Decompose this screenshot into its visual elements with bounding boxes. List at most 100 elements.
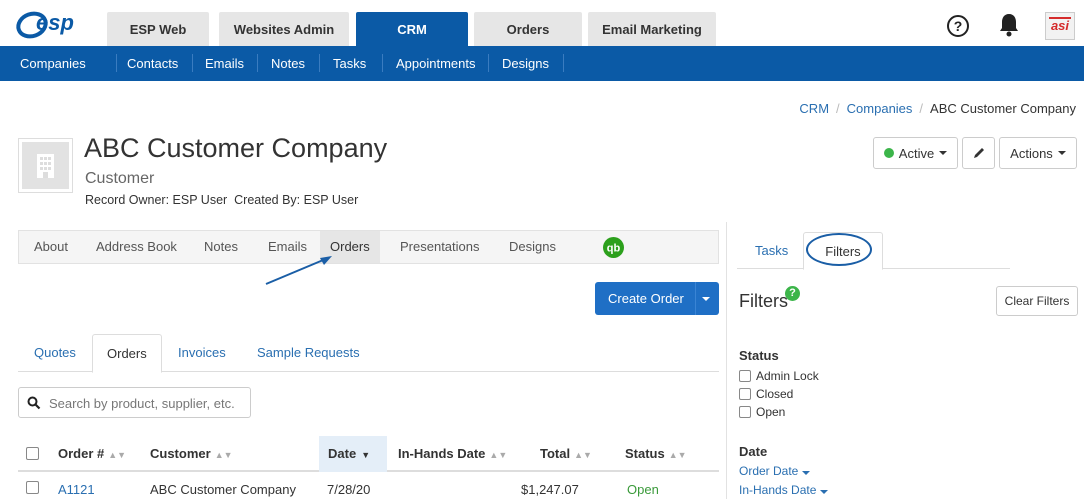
top-app-bar: esp ESP Web Websites Admin CRM Orders Em… (0, 0, 1084, 46)
in-hands-date-dropdown[interactable]: In-Hands Date (739, 483, 829, 497)
filter-closed[interactable]: Closed (739, 386, 793, 402)
column-label: In-Hands Date (398, 446, 486, 461)
date-cell: 7/28/20 (327, 482, 371, 497)
company-type: Customer (85, 170, 155, 187)
clear-filters-button[interactable]: Clear Filters (996, 286, 1078, 316)
tab-tasks[interactable]: Tasks (755, 232, 788, 269)
app-tab-esp-web[interactable]: ESP Web (107, 12, 209, 46)
status-dropdown[interactable]: Active (873, 137, 958, 169)
breadcrumb-current: ABC Customer Company (930, 101, 1076, 116)
tab-filters[interactable]: Filters (803, 232, 883, 270)
svg-text:asi: asi (1051, 18, 1069, 33)
column-order-number[interactable]: Order # ▲▼ (58, 436, 126, 472)
help-icon[interactable]: ? (946, 14, 970, 38)
select-all-checkbox[interactable] (26, 447, 39, 460)
order-number-link[interactable]: A1121 (58, 482, 95, 497)
breadcrumb: CRM / Companies / ABC Customer Company (799, 101, 1076, 116)
date-option-label: Order Date (739, 464, 799, 478)
pencil-icon (973, 148, 984, 158)
create-order-button[interactable]: Create Order (595, 282, 719, 315)
column-customer[interactable]: Customer ▲▼ (150, 436, 233, 472)
bell-icon[interactable] (998, 12, 1020, 38)
app-tab-crm[interactable]: CRM (356, 12, 468, 46)
svg-text:?: ? (954, 18, 963, 34)
subnav-notes[interactable]: Notes (271, 46, 305, 81)
tab-designs[interactable]: Designs (509, 231, 556, 263)
checkbox[interactable] (739, 387, 751, 400)
sort-icon: ▲▼ (214, 450, 233, 460)
column-total[interactable]: Total ▲▼ (540, 436, 592, 472)
date-option-label: In-Hands Date (739, 483, 817, 497)
tab-sample-requests[interactable]: Sample Requests (257, 334, 360, 372)
app-tab-websites-admin[interactable]: Websites Admin (219, 12, 349, 46)
company-name: ABC Customer Company (84, 133, 388, 163)
edit-button[interactable] (962, 137, 995, 169)
breadcrumb-crm[interactable]: CRM (799, 101, 829, 116)
customer-cell: ABC Customer Company (150, 482, 296, 497)
table-row[interactable]: A1121 ABC Customer Company 7/28/20 $1,24… (18, 474, 719, 500)
filters-heading: Filters (739, 291, 788, 311)
annotation-arrow (265, 256, 332, 285)
column-in-hands-date[interactable]: In-Hands Date ▲▼ (398, 436, 507, 472)
app-tab-orders[interactable]: Orders (474, 12, 582, 46)
subnav-appointments[interactable]: Appointments (396, 46, 476, 81)
right-panel: Tasks Filters Filters ? Clear Filters St… (726, 222, 1084, 499)
order-date-dropdown[interactable]: Order Date (739, 464, 811, 478)
crm-subnav: Companies Contacts Emails Notes Tasks Ap… (0, 46, 1084, 81)
column-label: Order # (58, 446, 105, 461)
panel-tabs: Tasks Filters (737, 232, 1010, 270)
tab-invoices[interactable]: Invoices (178, 334, 226, 372)
checkbox[interactable] (739, 405, 751, 418)
column-status[interactable]: Status ▲▼ (625, 436, 687, 472)
tab-about[interactable]: About (34, 231, 68, 263)
building-icon (37, 154, 54, 178)
filter-option-label: Admin Lock (756, 368, 819, 383)
caret-down-icon (939, 151, 948, 155)
subnav-emails[interactable]: Emails (205, 46, 244, 81)
record-owner-info: Record Owner: ESP User Created By: ESP U… (85, 193, 359, 207)
subnav-divider (192, 54, 193, 72)
asi-logo[interactable]: asi (1045, 12, 1075, 40)
filter-option-label: Open (756, 404, 786, 419)
subnav-divider (319, 54, 320, 72)
subnav-divider (382, 54, 383, 72)
tab-presentations[interactable]: Presentations (400, 231, 480, 263)
caret-down-icon[interactable] (702, 297, 710, 301)
column-label: Total (540, 446, 571, 461)
sort-icon: ▲▼ (668, 450, 687, 460)
app-tab-email-marketing[interactable]: Email Marketing (588, 12, 716, 46)
column-date[interactable]: Date ▼ (319, 436, 387, 472)
tab-orders-sub[interactable]: Orders (92, 334, 162, 373)
record-tabs: About Address Book Notes Emails Orders P… (18, 230, 719, 264)
tab-quotes[interactable]: Quotes (34, 334, 76, 372)
subnav-divider (488, 54, 489, 72)
quickbooks-text: qb (607, 243, 621, 255)
subnav-companies[interactable]: Companies (20, 46, 86, 81)
split-divider (695, 282, 696, 315)
tab-address-book[interactable]: Address Book (96, 231, 177, 263)
quickbooks-icon[interactable]: qb (603, 237, 624, 258)
sort-desc-icon: ▼ (361, 450, 371, 460)
column-label: Status (625, 446, 665, 461)
create-order-label: Create Order (608, 291, 684, 306)
actions-dropdown[interactable]: Actions (999, 137, 1077, 169)
caret-down-icon (820, 490, 829, 494)
filter-admin-lock[interactable]: Admin Lock (739, 368, 819, 384)
row-checkbox[interactable] (26, 481, 39, 494)
status-cell: Open (627, 482, 659, 497)
checkbox[interactable] (739, 369, 751, 382)
svg-text:esp: esp (36, 10, 74, 35)
filter-open[interactable]: Open (739, 404, 785, 420)
search-input[interactable] (49, 393, 245, 413)
column-label: Customer (150, 446, 211, 461)
date-filter-title: Date (739, 444, 768, 459)
esp-logo[interactable]: esp (14, 6, 100, 40)
subnav-tasks[interactable]: Tasks (333, 46, 366, 81)
tab-notes[interactable]: Notes (204, 231, 238, 263)
subnav-contacts[interactable]: Contacts (127, 46, 178, 81)
help-badge-icon[interactable]: ? (785, 286, 800, 301)
order-type-tabs: Quotes Orders Invoices Sample Requests (18, 334, 719, 373)
subnav-designs[interactable]: Designs (502, 46, 549, 81)
breadcrumb-companies[interactable]: Companies (847, 101, 913, 116)
caret-down-icon (802, 471, 811, 475)
